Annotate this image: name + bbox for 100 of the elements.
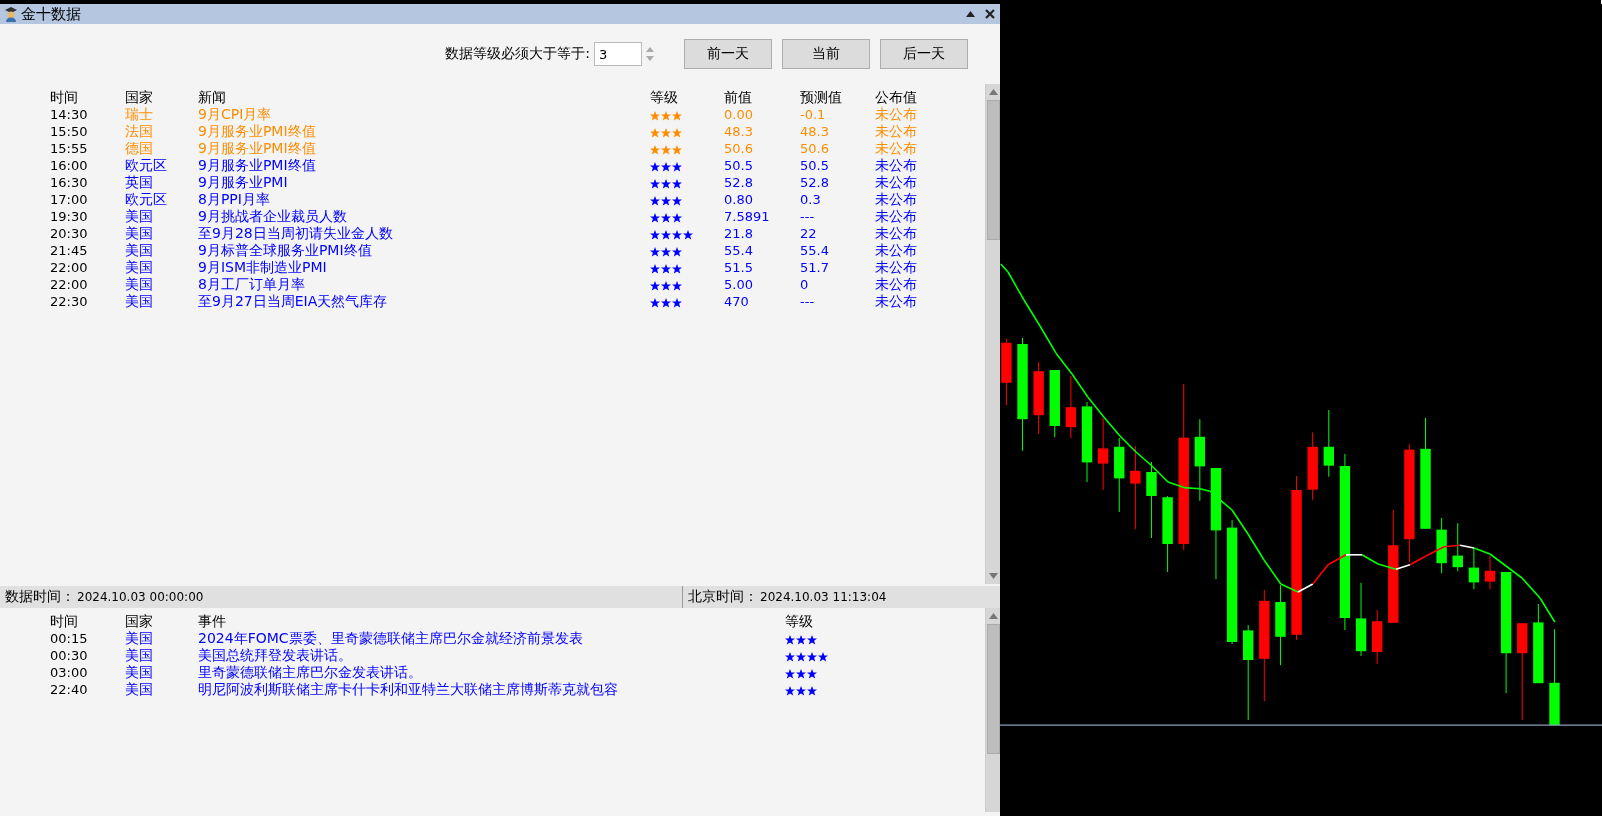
star-icon: [661, 144, 671, 155]
data-time-value: 2024.10.03 00:00:00: [77, 590, 204, 604]
star-icon: [672, 229, 682, 240]
star-icon: [796, 668, 806, 679]
star-icon: [661, 110, 671, 121]
star-icon: [661, 161, 671, 172]
star-icon: [650, 161, 660, 172]
previous-value-cell: 50.5: [724, 157, 753, 174]
star-icon: [785, 651, 795, 662]
star-icon: [661, 229, 671, 240]
forecast-cell: 0: [800, 276, 809, 293]
column-header: 等级: [650, 89, 678, 106]
country-cell: 法国: [125, 123, 153, 140]
scroll-down-icon[interactable]: [988, 573, 998, 579]
previous-value-cell: 5.00: [724, 276, 753, 293]
news-cell: 9月服务业PMI终值: [198, 140, 316, 157]
scrollbar[interactable]: [985, 84, 1000, 584]
star-icon: [672, 297, 682, 308]
country-cell: 美国: [125, 276, 153, 293]
actual-value-cell: 未公布: [875, 106, 917, 123]
news-cell: 8月PPI月率: [198, 191, 270, 208]
star-icon: [672, 110, 682, 121]
forecast-cell: 50.5: [800, 157, 829, 174]
star-icon: [785, 668, 795, 679]
star-icon: [796, 651, 806, 662]
day-button[interactable]: 当前: [782, 39, 870, 69]
column-header: 时间: [50, 89, 78, 106]
country-cell: 美国: [125, 293, 153, 310]
column-header: 新闻: [198, 89, 226, 106]
country-cell: 德国: [125, 140, 153, 157]
star-icon: [650, 144, 660, 155]
previous-value-cell: 55.4: [724, 242, 753, 259]
spinner-icon[interactable]: [646, 45, 654, 63]
event-cell: 明尼阿波利斯联储主席卡什卡利和亚特兰大联储主席博斯蒂克就包容: [198, 681, 618, 698]
column-header: 公布值: [875, 89, 917, 106]
column-header: 等级: [785, 613, 813, 630]
forecast-cell: 22: [800, 225, 817, 242]
level-input-field[interactable]: 3: [594, 42, 642, 66]
country-cell: 美国: [125, 259, 153, 276]
star-icon: [796, 634, 806, 645]
day-button[interactable]: 前一天: [684, 39, 772, 69]
candlestick: [1371, 609, 1383, 665]
forecast-cell: ---: [800, 293, 815, 310]
news-cell: 8月工厂订单月率: [198, 276, 305, 293]
star-icon: [807, 634, 817, 645]
scroll-up-icon[interactable]: [988, 89, 998, 95]
scrollbar[interactable]: [985, 608, 1000, 812]
country-cell: 美国: [125, 225, 153, 242]
close-icon[interactable]: [984, 8, 996, 20]
time-cell: 22:00: [50, 259, 88, 276]
filter-label: 数据等级必须大于等于:: [445, 45, 590, 63]
country-cell: 美国: [125, 647, 153, 664]
star-icon: [661, 297, 671, 308]
time-cell: 17:00: [50, 191, 88, 208]
star-icon: [818, 651, 828, 662]
star-icon: [650, 195, 660, 206]
candlestick: [1484, 555, 1496, 590]
day-button[interactable]: 后一天: [880, 39, 968, 69]
news-cell: 至9月27日当周EIA天然气库存: [198, 293, 388, 310]
scrollbar-thumb[interactable]: [986, 100, 1000, 240]
time-cell: 20:30: [50, 225, 88, 242]
candlestick: [1065, 375, 1077, 439]
previous-value-cell: 470: [724, 293, 749, 310]
news-cell: 9月ISM非制造业PMI: [198, 259, 327, 276]
forecast-cell: 48.3: [800, 123, 829, 140]
forecast-cell: 55.4: [800, 242, 829, 259]
country-cell: 美国: [125, 630, 153, 647]
candlestick: [1307, 431, 1318, 501]
previous-value-cell: 0.00: [724, 106, 753, 123]
minimize-icon[interactable]: [966, 11, 975, 17]
country-cell: 欧元区: [125, 191, 167, 208]
time-cell: 00:15: [50, 630, 88, 647]
event-cell: 2024年FOMC票委、里奇蒙德联储主席巴尔金就经济前景发表: [198, 630, 583, 647]
news-cell: 9月服务业PMI: [198, 174, 288, 191]
time-cell: 15:55: [50, 140, 88, 157]
star-icon: [650, 297, 660, 308]
star-icon: [683, 229, 693, 240]
star-icon: [785, 685, 795, 696]
country-cell: 美国: [125, 681, 153, 698]
time-cell: 22:00: [50, 276, 88, 293]
candlestick: [1001, 338, 1012, 406]
star-icon: [650, 229, 660, 240]
star-icon: [807, 685, 817, 696]
actual-value-cell: 未公布: [875, 191, 917, 208]
star-icon: [650, 127, 660, 138]
scrollbar-thumb[interactable]: [986, 624, 1000, 754]
time-cell: 19:30: [50, 208, 88, 225]
previous-value-cell: 0.80: [724, 191, 753, 208]
star-icon: [650, 178, 660, 189]
star-icon: [672, 127, 682, 138]
column-header: 国家: [125, 613, 153, 630]
time-cell: 16:30: [50, 174, 88, 191]
previous-value-cell: 50.6: [724, 140, 753, 157]
star-icon: [661, 263, 671, 274]
column-header: 国家: [125, 89, 153, 106]
scroll-up-icon[interactable]: [988, 613, 998, 619]
star-icon: [785, 634, 795, 645]
beijing-time-value: 2024.10.03 11:13:04: [760, 590, 887, 604]
column-header: 前值: [724, 89, 752, 106]
star-icon: [650, 263, 660, 274]
